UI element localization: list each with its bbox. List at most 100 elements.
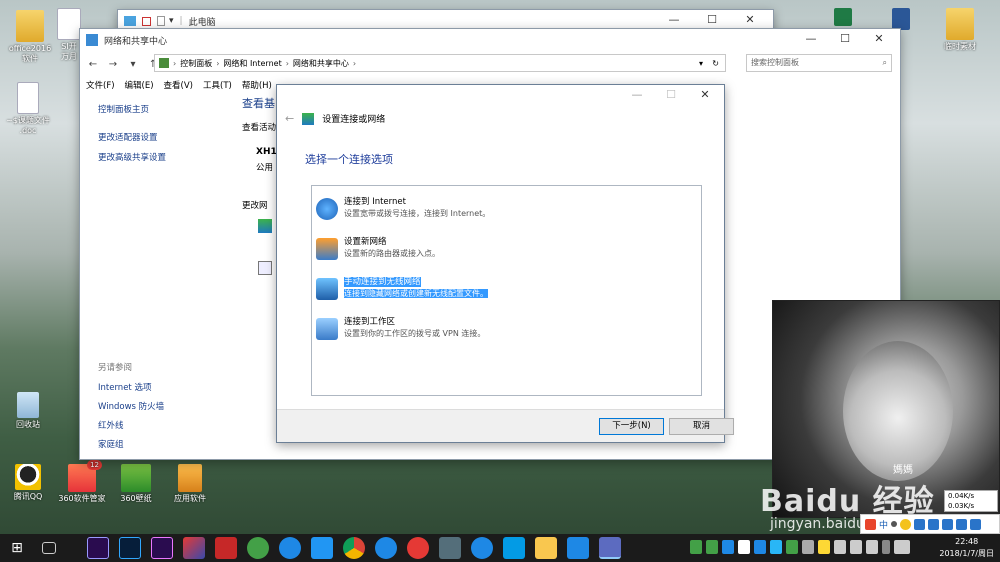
emoji-icon[interactable] bbox=[900, 518, 912, 530]
menu-view[interactable]: 查看(V) bbox=[164, 79, 193, 91]
desktop-icon-doc[interactable]: ~$课题文件 .doc bbox=[0, 82, 56, 136]
chevron-right-icon[interactable]: › bbox=[286, 59, 289, 68]
setup-connection-dialog[interactable]: — ☐ ✕ ← 设置连接或网络 选择一个连接选项 连接到 Internet 设置… bbox=[276, 84, 734, 443]
minimize-button[interactable]: — bbox=[620, 85, 654, 105]
address-bar[interactable]: › 控制面板 › 网络和 Internet › 网络和共享中心 › ▾ ↻ bbox=[154, 54, 726, 72]
keyboard-icon[interactable] bbox=[928, 518, 940, 530]
premiere-icon[interactable] bbox=[151, 537, 173, 559]
punctuation-icon[interactable] bbox=[891, 521, 898, 527]
new-connection-icon[interactable] bbox=[258, 219, 272, 233]
refresh-icon[interactable]: ↻ bbox=[712, 59, 719, 68]
back-icon[interactable]: ← bbox=[86, 58, 100, 72]
browser-360-icon[interactable] bbox=[471, 537, 493, 559]
tray-settings-icon[interactable] bbox=[802, 540, 814, 554]
ie-browser-icon[interactable] bbox=[279, 537, 301, 559]
menu-tools[interactable]: 工具(T) bbox=[203, 79, 232, 91]
photoshop-icon[interactable] bbox=[119, 537, 141, 559]
chevron-right-icon[interactable]: › bbox=[216, 59, 219, 68]
desktop-icon-360-manager[interactable]: 12 360软件管家 bbox=[54, 460, 110, 504]
chevron-right-icon[interactable]: › bbox=[173, 59, 176, 68]
breadcrumb-network-internet[interactable]: 网络和 Internet bbox=[223, 58, 281, 69]
close-button[interactable]: ✕ bbox=[688, 85, 722, 105]
after-effects-icon[interactable] bbox=[87, 537, 109, 559]
tray-shield-icon[interactable] bbox=[706, 540, 718, 554]
option-connect-internet[interactable]: 连接到 Internet 设置宽带或拨号连接，连接到 Internet。 bbox=[316, 196, 696, 224]
breadcrumb-network-center[interactable]: 网络和共享中心 bbox=[293, 58, 349, 69]
qq-browser-icon[interactable] bbox=[503, 537, 525, 559]
link-control-panel-home[interactable]: 控制面板主页 bbox=[98, 103, 166, 115]
sogou-icon[interactable] bbox=[865, 518, 876, 530]
back-icon[interactable]: ← bbox=[285, 112, 294, 125]
search-icon[interactable]: ⌕ bbox=[883, 55, 887, 71]
desktop-icon-office2016[interactable]: office2016 软件 bbox=[2, 10, 58, 64]
close-button[interactable]: ✕ bbox=[733, 10, 767, 30]
system-clock[interactable]: 22:48 2018/1/7/周日 bbox=[939, 536, 994, 560]
tray-wechat-icon[interactable] bbox=[786, 540, 798, 554]
tools-icon[interactable] bbox=[956, 518, 968, 530]
link-change-advanced-sharing[interactable]: 更改高级共享设置 bbox=[98, 151, 166, 163]
desktop-icon-recycle-bin[interactable]: 回收站 bbox=[0, 392, 56, 430]
desktop-icon-excel[interactable] bbox=[828, 8, 858, 28]
maximize-button[interactable]: ☐ bbox=[654, 85, 688, 105]
tray-app-icon[interactable] bbox=[738, 540, 750, 554]
minimize-button[interactable]: — bbox=[657, 10, 691, 30]
keyboard-layout-icon[interactable] bbox=[894, 540, 910, 554]
option-setup-new-network[interactable]: 设置新网络 设置新的路由器或接入点。 bbox=[316, 236, 696, 264]
option-manual-wireless[interactable]: 手动连接到无线网络 连接到隐藏网络或创建新无线配置文件。 bbox=[316, 276, 696, 304]
microphone-icon[interactable] bbox=[914, 518, 926, 530]
tray-360-icon[interactable] bbox=[690, 540, 702, 554]
language-indicator[interactable]: 中 bbox=[879, 518, 888, 531]
tray-cloud-icon[interactable] bbox=[770, 540, 782, 554]
next-button[interactable]: 下一步(N) bbox=[599, 418, 664, 435]
k-app-icon[interactable] bbox=[375, 537, 397, 559]
tray-media-icon[interactable] bbox=[722, 540, 734, 554]
desktop-icon-qq[interactable]: 腾讯QQ bbox=[0, 464, 56, 502]
show-hidden-icons[interactable] bbox=[882, 540, 890, 554]
control-panel-task-icon[interactable] bbox=[439, 537, 461, 559]
file-explorer-icon[interactable] bbox=[535, 537, 557, 559]
link-internet-options[interactable]: Internet 选项 bbox=[98, 381, 164, 393]
desktop-icon-apps[interactable]: 应用软件 bbox=[162, 464, 218, 504]
maximize-button[interactable]: ☐ bbox=[828, 29, 862, 49]
net-speed-widget[interactable]: 0.04K/s 0.03K/s bbox=[944, 490, 998, 512]
recent-dropdown-icon[interactable]: ▾ bbox=[126, 58, 140, 72]
netease-music-icon[interactable] bbox=[407, 537, 429, 559]
menu-edit[interactable]: 编辑(E) bbox=[125, 79, 154, 91]
link-infrared[interactable]: 红外线 bbox=[98, 419, 164, 431]
acrobat-icon[interactable] bbox=[215, 537, 237, 559]
skin-icon[interactable] bbox=[942, 518, 954, 530]
dropdown-icon[interactable]: ▾ bbox=[169, 16, 174, 26]
maximize-button[interactable]: ☐ bbox=[695, 10, 729, 30]
green-app-icon[interactable] bbox=[247, 537, 269, 559]
wifi-icon[interactable] bbox=[850, 540, 862, 554]
search-input[interactable]: 搜索控制面板 ⌕ bbox=[746, 54, 892, 72]
settings-icon[interactable] bbox=[970, 518, 982, 530]
cancel-button[interactable]: 取消 bbox=[669, 418, 734, 435]
tray-antivirus-icon[interactable] bbox=[818, 540, 830, 554]
troubleshoot-icon[interactable] bbox=[258, 261, 272, 275]
desktop-icon-temp-materials[interactable]: 临时素材 bbox=[932, 8, 988, 52]
tray-a-icon[interactable] bbox=[754, 540, 766, 554]
link-change-adapter-settings[interactable]: 更改适配器设置 bbox=[98, 131, 166, 143]
chrome-icon[interactable] bbox=[343, 537, 365, 559]
forward-icon[interactable]: → bbox=[106, 58, 120, 72]
chevron-right-icon[interactable]: › bbox=[353, 59, 356, 68]
volume-icon[interactable] bbox=[866, 540, 878, 554]
minimize-button[interactable]: — bbox=[794, 29, 828, 49]
baidu-netdisk-icon[interactable] bbox=[311, 537, 333, 559]
task-view-icon[interactable] bbox=[42, 542, 56, 554]
netcenter-titlebar[interactable]: 网络和共享中心 bbox=[80, 29, 900, 51]
option-connect-workplace[interactable]: 连接到工作区 设置到你的工作区的拨号或 VPN 连接。 bbox=[316, 316, 696, 344]
input-method-bar[interactable]: 中 bbox=[860, 514, 1000, 534]
menu-file[interactable]: 文件(F) bbox=[86, 79, 115, 91]
windows-start-icon[interactable]: ⊞ bbox=[6, 540, 28, 556]
breadcrumb-control-panel[interactable]: 控制面板 bbox=[180, 58, 212, 69]
menu-help[interactable]: 帮助(H) bbox=[242, 79, 272, 91]
battery-icon[interactable] bbox=[834, 540, 846, 554]
network-center-task-icon[interactable] bbox=[599, 537, 621, 559]
address-dropdown-icon[interactable]: ▾ bbox=[699, 59, 703, 68]
close-button[interactable]: ✕ bbox=[862, 29, 896, 49]
link-homegroup[interactable]: 家庭组 bbox=[98, 438, 164, 450]
wps-icon[interactable] bbox=[567, 537, 589, 559]
desktop-icon-360-wallpaper[interactable]: 360壁纸 bbox=[108, 464, 164, 504]
